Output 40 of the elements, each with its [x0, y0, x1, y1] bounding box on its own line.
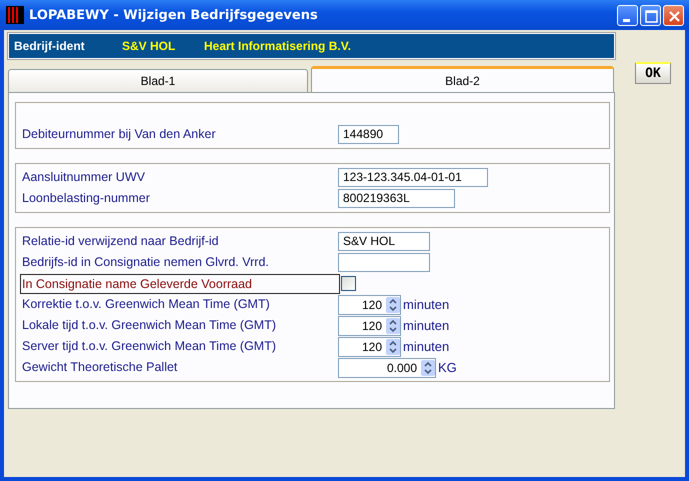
spinner-icon[interactable] — [386, 318, 400, 334]
tab[interactable]: Blad-2 — [311, 66, 614, 92]
field-label: Gewicht Theoretische Pallet — [22, 358, 178, 376]
close-button[interactable] — [663, 4, 684, 26]
header-label: Bedrijf-ident — [14, 39, 86, 53]
text-field[interactable]: 144890 — [338, 125, 399, 144]
app-icon — [6, 6, 24, 24]
number-field[interactable]: 120 — [338, 316, 401, 336]
field-label: Relatie-id verwijzend naar Bedrijf-id — [22, 232, 220, 250]
company-name: Heart Informatisering B.V. — [204, 39, 351, 53]
text-field[interactable]: S&V HOL — [338, 232, 430, 251]
tab[interactable]: Blad-1 — [8, 69, 308, 92]
field-label: Bedrijfs-id in Consignatie nemen Glvrd. Vrrd. — [22, 254, 270, 271]
checkbox[interactable] — [341, 276, 356, 291]
unit-label: minuten — [403, 297, 450, 312]
company-code: S&V HOL — [122, 39, 176, 53]
ok-button[interactable]: OK — [635, 62, 671, 84]
spinner-icon[interactable] — [386, 296, 400, 312]
field-label: Lokale tijd t.o.v. Greenwich Mean Time (GMT) — [22, 316, 278, 334]
field-label: Debiteurnummer bij Van den Anker — [22, 126, 217, 143]
number-field[interactable]: 0.000 — [338, 358, 436, 378]
text-field[interactable]: 800219363L — [338, 189, 455, 208]
minimize-icon — [623, 18, 630, 22]
maximize-button[interactable] — [640, 4, 661, 26]
field-label: Aansluitnummer UWV — [22, 168, 146, 186]
spinner-icon[interactable] — [421, 360, 435, 376]
unit-label: minuten — [403, 339, 450, 354]
unit-label: KG — [438, 360, 457, 375]
field-label: In Consignatie name Geleverde Voorraad — [20, 274, 340, 294]
text-field[interactable] — [338, 253, 430, 272]
number-field[interactable]: 120 — [338, 294, 401, 314]
spinner-icon[interactable] — [386, 338, 400, 354]
field-label: Loonbelasting-nummer — [22, 190, 151, 207]
field-label: Server tijd t.o.v. Greenwich Mean Time (GMT) — [22, 338, 277, 355]
text-field[interactable]: 123-123.345.04-01-01 — [338, 168, 488, 187]
minimize-button[interactable] — [617, 4, 638, 26]
number-field[interactable]: 120 — [338, 336, 401, 356]
unit-label: minuten — [403, 318, 450, 333]
window-title: LOPABEWY - Wijzigen Bedrijfsgegevens — [29, 8, 319, 22]
field-label: Korrektie t.o.v. Greenwich Mean Time (GMT) — [22, 296, 271, 313]
